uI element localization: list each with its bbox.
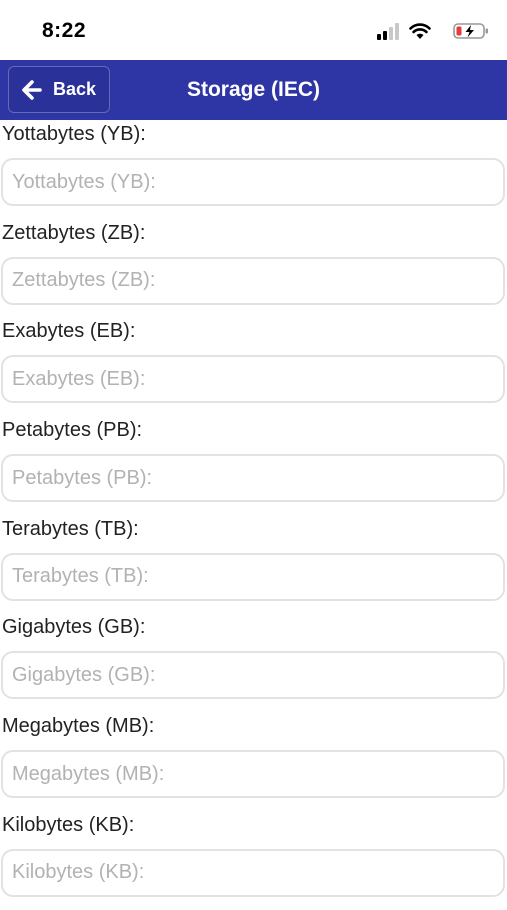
field-petabytes: Petabytes (PB):: [0, 416, 507, 515]
status-icons: [359, 22, 489, 42]
status-bar: 8:22: [0, 0, 507, 60]
kilobytes-input[interactable]: [1, 848, 505, 897]
status-time: 8:22: [42, 19, 87, 42]
field-terabytes: Terabytes (TB):: [0, 515, 507, 614]
megabytes-input[interactable]: [1, 750, 505, 799]
storage-form: Yottabytes (YB): Zettabytes (ZB): Exabyt…: [0, 120, 507, 910]
zettabytes-input[interactable]: [1, 256, 505, 305]
field-yottabytes: Yottabytes (YB):: [0, 120, 507, 219]
field-zettabytes: Zettabytes (ZB):: [0, 219, 507, 318]
page-title: Storage (IEC): [186, 78, 320, 101]
field-label: Zettabytes (ZB):: [2, 221, 146, 244]
petabytes-input[interactable]: [1, 454, 505, 503]
wifi-icon: [409, 23, 431, 39]
gigabytes-input[interactable]: [1, 651, 505, 700]
field-kilobytes: Kilobytes (KB):: [0, 811, 507, 910]
field-exabytes: Exabytes (EB):: [0, 317, 507, 416]
field-label: Petabytes (PB):: [2, 419, 143, 442]
battery-low-charging-icon: [453, 23, 488, 39]
exabytes-input[interactable]: [1, 355, 505, 404]
signal-icon: [377, 23, 399, 40]
nav-bar: Back Storage (IEC): [0, 60, 507, 120]
field-label: Kilobytes (KB):: [2, 813, 135, 836]
yottabytes-input[interactable]: [1, 158, 505, 206]
terabytes-input[interactable]: [1, 552, 505, 601]
field-label: Megabytes (MB):: [2, 715, 155, 738]
field-label: Yottabytes (YB):: [2, 123, 146, 145]
field-label: Gigabytes (GB):: [2, 616, 146, 639]
field-label: Terabytes (TB):: [2, 517, 139, 540]
field-label: Exabytes (EB):: [2, 320, 136, 343]
field-megabytes: Megabytes (MB):: [0, 712, 507, 811]
field-gigabytes: Gigabytes (GB):: [0, 613, 507, 712]
